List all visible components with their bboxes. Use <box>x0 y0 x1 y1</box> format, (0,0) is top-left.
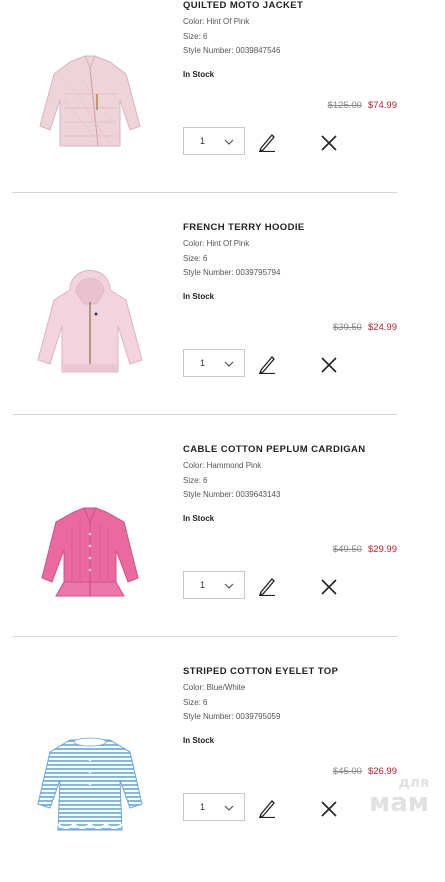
edit-pencil-icon[interactable] <box>258 798 276 818</box>
product-style-number: Style Number: 0039795794 <box>183 268 280 277</box>
product-size: Size: 6 <box>183 476 207 485</box>
watermark-logo: для мам <box>369 776 429 816</box>
sale-price: $24.99 <box>367 322 397 333</box>
style-number-value: 0039795059 <box>235 712 281 721</box>
quantity-select[interactable]: 1 <box>183 127 245 155</box>
quantity-select[interactable]: 1 <box>183 571 245 599</box>
color-value: Hammond Pink <box>206 461 262 470</box>
style-number-label: Style Number: <box>183 490 234 499</box>
size-value: 6 <box>203 476 208 485</box>
chevron-down-icon <box>224 805 234 811</box>
quantity-value: 1 <box>200 136 206 146</box>
product-name[interactable]: FRENCH TERRY HOODIE <box>183 222 305 233</box>
product-style-number: Style Number: 0039643143 <box>183 490 280 499</box>
price-group: $49.50 $29.99 <box>333 544 397 555</box>
price-group: $125.00 $74.99 <box>328 100 397 111</box>
size-value: 6 <box>203 698 208 707</box>
style-number-value: 0039643143 <box>235 490 281 499</box>
cart-item: STRIPED COTTON EYELET TOP Color: Blue/Wh… <box>0 660 445 882</box>
product-image-jacket[interactable] <box>30 34 150 174</box>
watermark-line-2: мам <box>368 788 429 818</box>
stock-status: In Stock <box>183 736 215 745</box>
edit-pencil-icon[interactable] <box>258 576 276 596</box>
quantity-value: 1 <box>200 802 206 812</box>
product-style-number: Style Number: 0039847546 <box>183 46 280 55</box>
quantity-select[interactable]: 1 <box>183 793 245 821</box>
size-value: 6 <box>203 32 208 41</box>
item-divider <box>12 636 397 637</box>
product-image-top[interactable] <box>30 700 150 840</box>
chevron-down-icon <box>224 139 234 145</box>
remove-x-icon[interactable] <box>320 578 338 596</box>
size-label: Size: <box>183 254 201 263</box>
original-price: $125.00 <box>327 100 362 111</box>
cart-item: FRENCH TERRY HOODIE Color: Hint Of Pink … <box>0 216 445 438</box>
chevron-down-icon <box>224 583 234 589</box>
price-group: $39.50 $24.99 <box>333 322 397 333</box>
quantity-select[interactable]: 1 <box>183 349 245 377</box>
chevron-down-icon <box>224 361 234 367</box>
color-label: Color: <box>183 461 205 470</box>
color-label: Color: <box>183 17 205 26</box>
product-name[interactable]: STRIPED COTTON EYELET TOP <box>183 666 338 677</box>
style-number-value: 0039847546 <box>235 46 281 55</box>
product-size: Size: 6 <box>183 32 207 41</box>
size-value: 6 <box>203 254 208 263</box>
product-color: Color: Hammond Pink <box>183 461 261 470</box>
edit-pencil-icon[interactable] <box>258 354 276 374</box>
product-name[interactable]: QUILTED MOTO JACKET <box>183 0 303 11</box>
product-color: Color: Hint Of Pink <box>183 239 249 248</box>
sale-price: $29.99 <box>367 544 397 555</box>
edit-pencil-icon[interactable] <box>258 132 276 152</box>
style-number-value: 0039795794 <box>235 268 281 277</box>
remove-x-icon[interactable] <box>320 134 338 152</box>
color-value: Hint Of Pink <box>206 17 250 26</box>
stock-status: In Stock <box>183 292 215 301</box>
sale-price: $74.99 <box>367 100 397 111</box>
remove-x-icon[interactable] <box>320 800 338 818</box>
cart-item: QUILTED MOTO JACKET Color: Hint Of Pink … <box>0 0 445 216</box>
quantity-value: 1 <box>200 580 206 590</box>
product-size: Size: 6 <box>183 254 207 263</box>
original-price: $49.50 <box>332 544 362 555</box>
product-image-hoodie[interactable] <box>30 256 150 396</box>
product-size: Size: 6 <box>183 698 207 707</box>
color-label: Color: <box>183 683 205 692</box>
cart-item: CABLE COTTON PEPLUM CARDIGAN Color: Hamm… <box>0 438 445 660</box>
color-value: Hint Of Pink <box>206 239 250 248</box>
product-color: Color: Blue/White <box>183 683 245 692</box>
color-label: Color: <box>183 239 205 248</box>
size-label: Size: <box>183 476 201 485</box>
original-price: $39.50 <box>332 322 362 333</box>
style-number-label: Style Number: <box>183 268 234 277</box>
stock-status: In Stock <box>183 514 215 523</box>
size-label: Size: <box>183 32 201 41</box>
size-label: Size: <box>183 698 201 707</box>
color-value: Blue/White <box>206 683 246 692</box>
product-image-cardigan[interactable] <box>30 478 150 618</box>
product-color: Color: Hint Of Pink <box>183 17 249 26</box>
item-divider <box>12 192 397 193</box>
style-number-label: Style Number: <box>183 712 234 721</box>
product-name[interactable]: CABLE COTTON PEPLUM CARDIGAN <box>183 444 366 455</box>
stock-status: In Stock <box>183 70 215 79</box>
item-divider <box>12 414 397 415</box>
quantity-value: 1 <box>200 358 206 368</box>
remove-x-icon[interactable] <box>320 356 338 374</box>
product-style-number: Style Number: 0039795059 <box>183 712 280 721</box>
original-price: $45.00 <box>332 766 362 777</box>
style-number-label: Style Number: <box>183 46 234 55</box>
